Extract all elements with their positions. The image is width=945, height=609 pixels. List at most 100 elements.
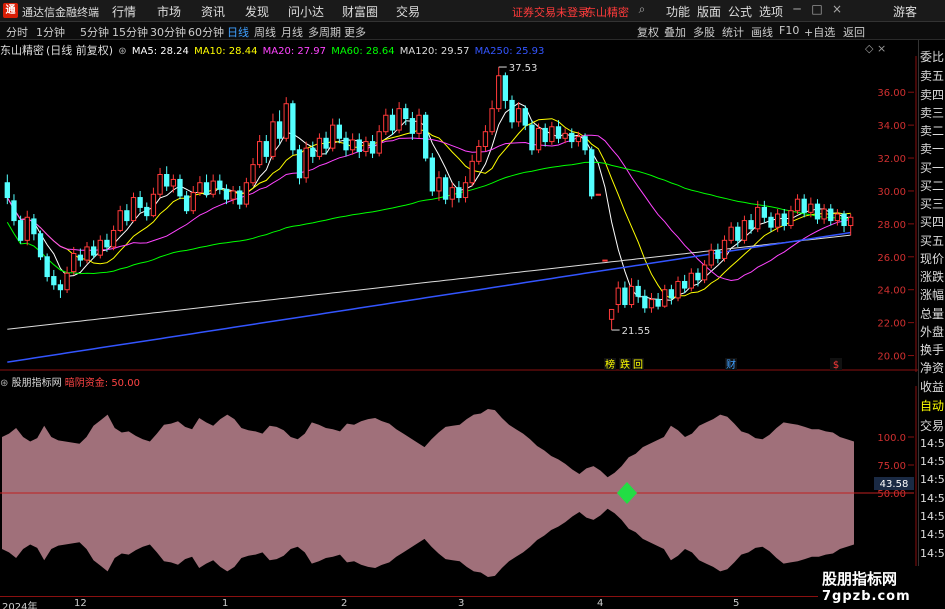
menu-xuanxiang[interactable]: 选项 bbox=[759, 3, 783, 20]
period-more[interactable]: 更多 bbox=[344, 24, 366, 40]
indicator-y-label: 100.0 bbox=[877, 433, 906, 444]
candle-body bbox=[442, 177, 449, 200]
guest-label[interactable]: 游客 bbox=[893, 3, 917, 20]
event-marker-2: 回 bbox=[633, 359, 643, 371]
candle-body bbox=[310, 147, 316, 157]
back-button[interactable]: 返回 bbox=[843, 24, 865, 40]
y-tick-label: 28.00 bbox=[877, 220, 906, 231]
candle-body bbox=[223, 188, 230, 200]
candle-body bbox=[794, 198, 801, 212]
candle-body bbox=[71, 253, 77, 273]
candle-body bbox=[183, 195, 190, 212]
candle-body bbox=[529, 124, 535, 151]
candle-body bbox=[589, 149, 595, 197]
f10-button[interactable]: F10 bbox=[779, 24, 799, 37]
side-panel-item[interactable]: 交易 bbox=[920, 417, 945, 434]
candle-body bbox=[243, 182, 250, 205]
candle-body bbox=[682, 280, 688, 289]
stats-button[interactable]: 统计 bbox=[722, 24, 744, 40]
y-tick-label: 30.00 bbox=[877, 187, 906, 198]
multi-stock-button[interactable]: 多股 bbox=[693, 24, 715, 40]
side-panel-item: 卖五 bbox=[920, 69, 945, 83]
candlestick-chart[interactable]: 20.00 22.00 24.00 26.00 28.00 30.00 32.00 34.00… bbox=[0, 56, 918, 372]
period-monthly[interactable]: 月线 bbox=[281, 24, 303, 40]
side-panel-item: 14:56 bbox=[920, 528, 945, 541]
candle-body bbox=[489, 108, 495, 133]
menu-hangqing[interactable]: 行情 bbox=[112, 3, 136, 20]
candle-body bbox=[668, 289, 675, 299]
candle-body bbox=[276, 121, 283, 139]
side-panel-item: 14:56 bbox=[920, 492, 945, 505]
y-tick-label: 26.00 bbox=[877, 253, 906, 264]
candle-body bbox=[774, 213, 781, 228]
search-icon[interactable]: ⌕ bbox=[635, 2, 649, 18]
login-warning[interactable]: 证券交易未登录 bbox=[512, 4, 589, 20]
menu-caifuquan[interactable]: 财富圈 bbox=[342, 3, 378, 20]
menu-faxian[interactable]: 发现 bbox=[245, 3, 269, 20]
x-label-4: 4 bbox=[597, 598, 604, 609]
candle-body bbox=[323, 137, 329, 149]
side-panel-item[interactable]: 自动 bbox=[920, 397, 945, 414]
menu-gongshi[interactable]: 公式 bbox=[728, 3, 752, 20]
x-label-1: 1 bbox=[222, 598, 229, 609]
candle-body bbox=[90, 246, 97, 256]
candle-body bbox=[177, 178, 183, 197]
close-icon[interactable]: × bbox=[830, 2, 844, 18]
candle-body bbox=[217, 180, 223, 190]
adjust-button[interactable]: 复权 bbox=[637, 24, 659, 40]
candle-body bbox=[37, 233, 44, 258]
period-5min[interactable]: 5分钟 bbox=[80, 24, 109, 40]
candle-body bbox=[51, 276, 57, 286]
candle-body bbox=[449, 187, 455, 200]
collapse-icon[interactable]: ◇ × bbox=[865, 42, 886, 55]
watermark-url: 7gpzb.com bbox=[822, 589, 911, 604]
side-panel-item: 买五 bbox=[920, 234, 945, 248]
candle-body bbox=[124, 210, 130, 222]
menu-gongneng[interactable]: 功能 bbox=[666, 3, 690, 20]
period-30min[interactable]: 30分钟 bbox=[150, 24, 186, 40]
candle-body bbox=[582, 136, 588, 151]
maximize-icon[interactable]: □ bbox=[810, 2, 824, 18]
candle-body bbox=[436, 177, 442, 192]
draw-button[interactable]: 画线 bbox=[751, 24, 773, 40]
candle-body bbox=[788, 210, 794, 227]
candle-body bbox=[728, 226, 734, 241]
candle-body bbox=[383, 114, 389, 133]
period-15min[interactable]: 15分钟 bbox=[112, 24, 148, 40]
period-weekly[interactable]: 周线 bbox=[254, 24, 276, 40]
event-marker-0: 榜 bbox=[605, 358, 615, 371]
menu-wenxiaoda[interactable]: 问小达 bbox=[288, 3, 324, 20]
x-label-3: 3 bbox=[458, 598, 465, 609]
minimize-icon[interactable]: ─ bbox=[790, 2, 804, 18]
app-logo-icon: 通 bbox=[3, 3, 18, 18]
candle-body bbox=[602, 259, 608, 262]
candle-body bbox=[648, 299, 655, 309]
side-panel-item: 买一 bbox=[920, 161, 945, 175]
candle-body bbox=[4, 182, 10, 199]
candle-body bbox=[575, 136, 582, 143]
overlay-button[interactable]: 叠加 bbox=[664, 24, 686, 40]
menu-shichang[interactable]: 市场 bbox=[157, 3, 181, 20]
account-name: 东山精密 bbox=[585, 6, 629, 19]
candle-body bbox=[369, 141, 376, 154]
period-fenshi[interactable]: 分时 bbox=[6, 24, 28, 40]
add-watchlist-button[interactable]: +自选 bbox=[804, 24, 835, 40]
side-panel-item: 委比 bbox=[920, 50, 945, 64]
candle-body bbox=[290, 103, 296, 151]
menu-jiaoyi[interactable]: 交易 bbox=[396, 3, 420, 20]
indicator-chart[interactable]: 50.00 75.00 100.0 43.58 bbox=[0, 386, 918, 596]
side-panel-item: 总量 bbox=[920, 307, 945, 321]
period-60min[interactable]: 60分钟 bbox=[188, 24, 224, 40]
candle-body bbox=[848, 216, 854, 227]
candle-body bbox=[403, 108, 409, 120]
period-multi[interactable]: 多周期 bbox=[308, 24, 341, 40]
period-daily[interactable]: 日线 bbox=[227, 24, 249, 40]
candle-body bbox=[708, 249, 714, 266]
candle-body bbox=[356, 139, 362, 152]
menu-zixun[interactable]: 资讯 bbox=[201, 3, 225, 20]
side-panel-item: 外盘 bbox=[920, 325, 945, 339]
candle-body bbox=[462, 182, 469, 199]
candle-body bbox=[469, 160, 475, 184]
menu-banmian[interactable]: 版面 bbox=[697, 3, 721, 20]
period-1min[interactable]: 1分钟 bbox=[36, 24, 65, 40]
